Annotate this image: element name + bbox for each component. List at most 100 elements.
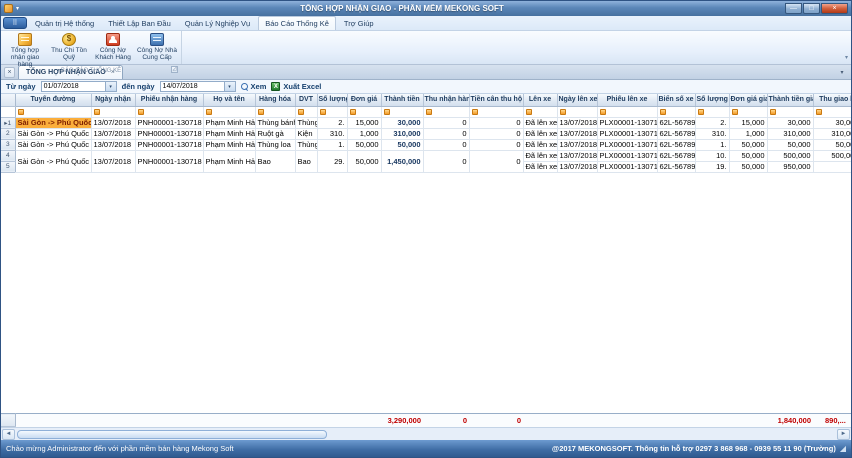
filter-cell[interactable]	[767, 106, 813, 117]
menu-tab-quan-ly-nghiep-vu[interactable]: Quản Lý Nghiệp Vụ	[179, 17, 256, 30]
grid-cell[interactable]: 19.	[695, 161, 729, 172]
column-header[interactable]: Tiền cân thu hộ	[469, 94, 523, 106]
grid-cell[interactable]: 310,000	[813, 128, 851, 139]
scroll-left-button[interactable]: ◄	[2, 429, 15, 440]
grid-cell[interactable]: Sài Gòn -> Phú Quốc	[15, 139, 91, 150]
grid-cell[interactable]: 0	[423, 150, 469, 172]
grid-cell[interactable]: 13/07/2018	[557, 139, 597, 150]
column-header[interactable]: Số lượng	[317, 94, 347, 106]
row-indicator[interactable]: 4	[1, 150, 15, 161]
filter-cell[interactable]	[657, 106, 695, 117]
grid-cell[interactable]: 310,000	[767, 128, 813, 139]
filter-cell[interactable]	[255, 106, 295, 117]
grid-cell[interactable]: Phạm Minh Hải	[203, 139, 255, 150]
grid-cell[interactable]: PLX00001-130718	[597, 150, 657, 161]
grid-cell[interactable]: 62L-56789	[657, 161, 695, 172]
grid-cell[interactable]: 50,000	[729, 161, 767, 172]
grid-cell[interactable]: 0	[423, 128, 469, 139]
grid-cell[interactable]: 0	[469, 128, 523, 139]
grid-cell[interactable]: Ruột gà	[255, 128, 295, 139]
column-header[interactable]: Đơn giá giao	[729, 94, 767, 106]
grid-cell[interactable]: 0	[423, 139, 469, 150]
filter-cell[interactable]	[729, 106, 767, 117]
grid-cell[interactable]: Đã lên xe	[523, 161, 557, 172]
grid-cell[interactable]: Thùng loa	[255, 139, 295, 150]
from-date-input[interactable]: 01/07/2018 ▾	[41, 81, 117, 92]
filter-icon[interactable]	[350, 109, 356, 115]
column-header[interactable]: Lên xe	[523, 94, 557, 106]
filter-icon[interactable]	[138, 109, 144, 115]
grid-cell[interactable]: 500,000	[767, 150, 813, 161]
column-header[interactable]: Ngày nhận	[91, 94, 135, 106]
grid-cell[interactable]: 2.	[317, 117, 347, 128]
grid-cell[interactable]: PNH00001-130718	[135, 117, 203, 128]
application-menu-button[interactable]: ⠿	[3, 17, 27, 29]
grid-cell[interactable]: Thùng bánh	[255, 117, 295, 128]
grid-cell[interactable]: 50,000	[729, 150, 767, 161]
filter-cell[interactable]	[423, 106, 469, 117]
filter-cell[interactable]	[135, 106, 203, 117]
grid-cell[interactable]: 30,000	[767, 117, 813, 128]
column-header[interactable]: Thành tiền giao	[767, 94, 813, 106]
menu-tab-tro-giup[interactable]: Trợ Giúp	[338, 17, 380, 30]
column-header[interactable]: Thành tiền	[381, 94, 423, 106]
filter-cell[interactable]	[91, 106, 135, 117]
row-indicator[interactable]: 5	[1, 161, 15, 172]
grid-cell[interactable]: 0	[469, 150, 523, 172]
column-header[interactable]: Thu giao hàng	[813, 94, 851, 106]
grid-cell[interactable]: 1,000	[729, 128, 767, 139]
column-header[interactable]: Số lượng giao	[695, 94, 729, 106]
column-header[interactable]: Thu nhận hàng	[423, 94, 469, 106]
grid-cell[interactable]: 50,000	[347, 139, 381, 150]
grid-cell[interactable]: PNH00001-130718	[135, 139, 203, 150]
filter-icon[interactable]	[18, 109, 24, 115]
grid-cell[interactable]: 13/07/2018	[91, 139, 135, 150]
grid-cell[interactable]: 50,000	[347, 150, 381, 172]
grid-cell[interactable]: Sài Gòn -> Phú Quốc	[15, 117, 91, 128]
filter-cell[interactable]	[597, 106, 657, 117]
grid-cell[interactable]: PLX00001-130718	[597, 161, 657, 172]
grid-cell[interactable]: 0	[469, 139, 523, 150]
menu-tab-bao-cao-thong-ke[interactable]: Báo Cáo Thống Kê	[258, 16, 336, 30]
horizontal-scrollbar[interactable]: ◄ ►	[1, 427, 851, 440]
grid-cell[interactable]: 1,000	[347, 128, 381, 139]
grid-cell[interactable]: Sài Gòn -> Phú Quốc	[15, 150, 91, 172]
filter-icon[interactable]	[206, 109, 212, 115]
filter-icon[interactable]	[384, 109, 390, 115]
close-button[interactable]: ×	[821, 3, 848, 14]
filter-cell[interactable]	[347, 106, 381, 117]
grid-cell[interactable]: 310.	[695, 128, 729, 139]
ribbon-collapse-icon[interactable]: ▾	[845, 54, 848, 61]
grid-cell[interactable]: Đã lên xe	[523, 139, 557, 150]
grid-cell[interactable]: Đã lên xe	[523, 117, 557, 128]
filter-icon[interactable]	[698, 109, 704, 115]
to-date-dropdown-icon[interactable]: ▾	[224, 82, 235, 91]
filter-icon[interactable]	[770, 109, 776, 115]
grid-cell[interactable]: PLX00001-130718	[597, 128, 657, 139]
to-date-input[interactable]: 14/07/2018 ▾	[160, 81, 236, 92]
grid-cell[interactable]: 50,000	[813, 139, 851, 150]
filter-cell[interactable]	[469, 106, 523, 117]
group-dialog-launcher-icon[interactable]: ◿	[171, 66, 178, 73]
grid-cell[interactable]: 0	[423, 117, 469, 128]
column-header[interactable]: Ngày lên xe	[557, 94, 597, 106]
grid-cell[interactable]: Thùng	[295, 139, 317, 150]
grid-cell[interactable]: 62L-56789	[657, 150, 695, 161]
filter-icon[interactable]	[426, 109, 432, 115]
grid-cell[interactable]: Thùng	[295, 117, 317, 128]
column-header[interactable]: Phiếu lên xe	[597, 94, 657, 106]
grid-cell[interactable]: 1.	[317, 139, 347, 150]
grid-cell[interactable]: Phạm Minh Hải	[203, 117, 255, 128]
grid-cell[interactable]: 1.	[695, 139, 729, 150]
grid-cell[interactable]: Sài Gòn -> Phú Quốc	[15, 128, 91, 139]
filter-icon[interactable]	[298, 109, 304, 115]
filter-icon[interactable]	[660, 109, 666, 115]
grid-cell[interactable]: 62L-56789	[657, 117, 695, 128]
scrollbar-thumb[interactable]	[17, 430, 327, 439]
grid-cell[interactable]: 13/07/2018	[557, 150, 597, 161]
filter-cell[interactable]	[317, 106, 347, 117]
row-indicator[interactable]: 3	[1, 139, 15, 150]
grid-cell[interactable]: 13/07/2018	[91, 150, 135, 172]
column-header[interactable]: Tuyến đường	[15, 94, 91, 106]
scroll-right-button[interactable]: ►	[837, 429, 850, 440]
